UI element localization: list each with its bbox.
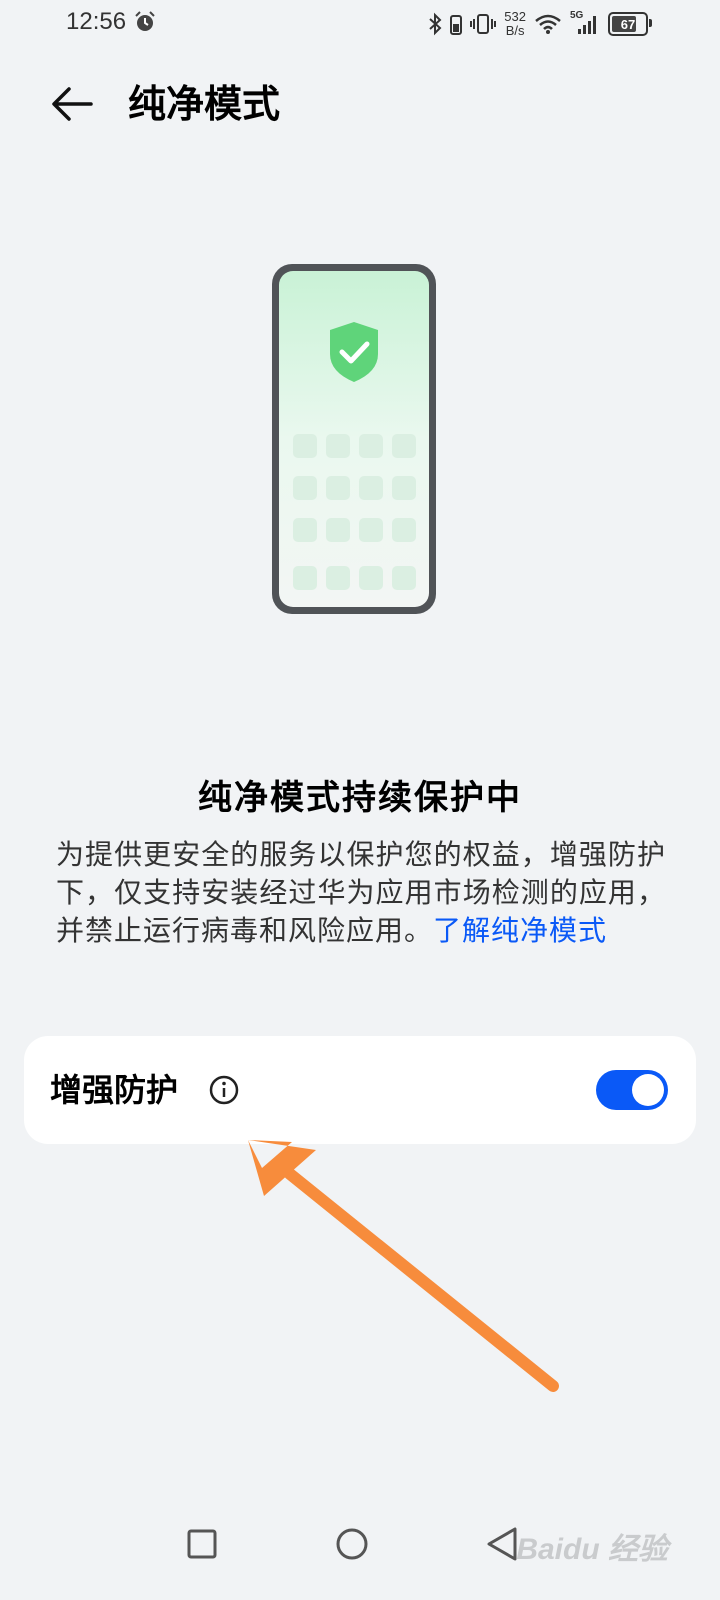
- net-speed: 532 B/s: [504, 10, 526, 38]
- navigation-bar: Baidu 经验: [0, 1504, 720, 1600]
- bluetooth-icon: [429, 12, 442, 36]
- enhanced-protection-toggle[interactable]: [596, 1070, 668, 1110]
- battery-icon: 67: [608, 12, 652, 36]
- wifi-icon: [535, 14, 561, 34]
- triangle-back-icon: [487, 1527, 517, 1561]
- signal-icon: 5G: [570, 10, 600, 36]
- back-button[interactable]: [44, 80, 100, 128]
- protection-description: 为提供更安全的服务以保护您的权益，增强防护下，仅支持安装经过华为应用市场检测的应…: [56, 836, 666, 950]
- enhanced-protection-label: 增强防护: [50, 1071, 179, 1109]
- arrow-left-icon: [52, 87, 93, 121]
- phone-illustration: [270, 262, 438, 616]
- square-icon: [187, 1529, 217, 1559]
- enhanced-protection-card: 增强防护: [24, 1036, 696, 1144]
- net-speed-value: 532: [504, 9, 526, 24]
- status-time: 12:56: [66, 8, 127, 35]
- alarm-icon: [133, 10, 157, 38]
- baidu-watermark: Baidu 经验: [516, 1533, 668, 1566]
- app-header: 纯净模式: [0, 70, 720, 140]
- status-icons: 532 B/s 5G 67: [428, 6, 652, 42]
- info-icon[interactable]: [208, 1074, 240, 1106]
- toggle-knob: [632, 1074, 664, 1106]
- vibrate-icon: [470, 14, 497, 34]
- battery-level: 67: [620, 16, 636, 32]
- status-bar: 12:56 532 B/s 5G 67: [0, 0, 720, 48]
- circle-icon: [336, 1528, 368, 1560]
- protection-headline: 纯净模式持续保护中: [198, 778, 522, 818]
- learn-more-link[interactable]: 了解纯净模式: [433, 914, 607, 947]
- net-speed-unit: B/s: [505, 23, 525, 38]
- page-title: 纯净模式: [128, 82, 281, 126]
- recent-apps-button[interactable]: [180, 1522, 224, 1566]
- home-button[interactable]: [330, 1522, 374, 1566]
- battery-small-icon: [450, 15, 463, 35]
